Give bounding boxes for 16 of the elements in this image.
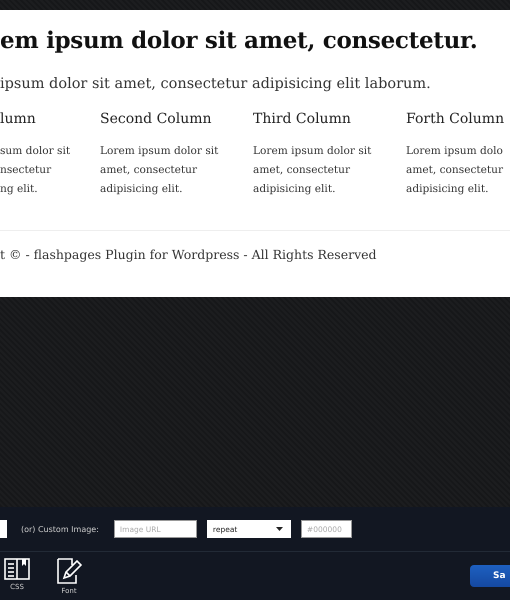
column-title: Forth Column xyxy=(406,111,506,127)
column-title: Third Column xyxy=(253,111,352,127)
column-title: lumn xyxy=(0,111,37,127)
column-text: Lorem ipsum dolo amet, consectetur adipisicing elit. xyxy=(406,144,504,197)
column-text: sum dolor sit nsectetur ng elit. xyxy=(0,144,72,197)
column-text: Lorem ipsum dolor sit amet, consectetur adipisicing elit. xyxy=(253,144,372,197)
column-text: Lorem ipsum dolor sit amet, consectetur adipisicing elit. xyxy=(100,144,220,197)
footer-text: t © - flashpages Plugin for Wordpress - All Rights Reserved xyxy=(0,247,378,262)
page-heading: em ipsum dolor sit amet, consectetur. xyxy=(0,26,478,54)
caret-icon xyxy=(276,527,283,531)
custom-image-label: (or) Custom Image: xyxy=(21,524,99,534)
intro-text: ipsum dolor sit amet, consectetur adipisicing elit laborum. xyxy=(0,76,432,92)
notepad-pencil-icon xyxy=(56,558,82,584)
book-icon xyxy=(4,558,30,580)
column-title: Second Column xyxy=(100,111,213,127)
save-button[interactable]: Sa xyxy=(470,565,510,587)
